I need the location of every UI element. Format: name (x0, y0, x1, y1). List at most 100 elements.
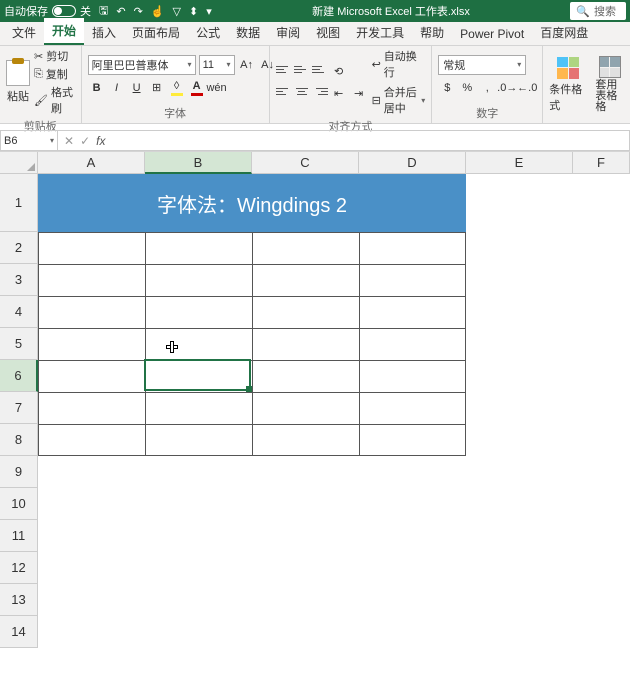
increase-font-icon[interactable]: A↑ (238, 56, 256, 74)
align-middle-button[interactable] (294, 62, 310, 76)
row-header-10[interactable]: 10 (0, 488, 38, 520)
tab-开始[interactable]: 开始 (44, 18, 84, 45)
row-header-12[interactable]: 12 (0, 552, 38, 584)
sort-icon[interactable]: ⬍ (189, 5, 198, 18)
font-size-select[interactable]: 11 ▾ (199, 55, 235, 75)
align-center-button[interactable] (294, 84, 310, 98)
copy-button[interactable]: ⎘复制 (34, 66, 75, 82)
format-painter-label: 格式刷 (51, 84, 75, 116)
row-header-3[interactable]: 3 (0, 264, 38, 296)
decrease-indent-button[interactable]: ⇤ (330, 84, 348, 102)
alignment-group: ⟲ ⇤ ⇥ ↩自动换行 ⊟合并后居中▾ 对齐方式 (270, 46, 433, 123)
row-header-13[interactable]: 13 (0, 584, 38, 616)
tab-视图[interactable]: 视图 (308, 20, 348, 45)
row-header-6[interactable]: 6 (0, 360, 38, 392)
percent-format-button[interactable]: % (458, 79, 476, 97)
row-header-5[interactable]: 5 (0, 328, 38, 360)
format-painter-button[interactable]: 🖌格式刷 (34, 84, 75, 116)
tab-开发工具[interactable]: 开发工具 (348, 20, 412, 45)
insert-function-button[interactable]: fx (96, 134, 105, 148)
column-header-F[interactable]: F (573, 152, 630, 174)
row-header-2[interactable]: 2 (0, 232, 38, 264)
wrap-icon: ↩ (372, 58, 381, 71)
tab-Power Pivot[interactable]: Power Pivot (452, 23, 532, 45)
tab-帮助[interactable]: 帮助 (412, 20, 452, 45)
row-header-4[interactable]: 4 (0, 296, 38, 328)
align-bottom-button[interactable] (312, 62, 328, 76)
column-header-E[interactable]: E (466, 152, 573, 174)
orientation-button[interactable]: ⟲ (330, 62, 348, 80)
fill-color-button[interactable]: ◊ (168, 79, 186, 97)
increase-indent-button[interactable]: ⇥ (350, 84, 368, 102)
increase-decimal-button[interactable]: .0→ (498, 79, 516, 97)
select-all-corner[interactable] (0, 152, 38, 174)
comma-format-button[interactable]: , (478, 79, 496, 97)
formula-bar: B6▾ ✕ ✓ fx (0, 130, 630, 152)
cut-button[interactable]: ✂剪切 (34, 48, 75, 64)
phonetic-button[interactable]: wén (208, 79, 226, 97)
conditional-format-button[interactable]: 条件格式 (549, 57, 587, 113)
row-header-7[interactable]: 7 (0, 392, 38, 424)
undo-icon[interactable]: ↶ (116, 5, 125, 18)
filter-icon[interactable]: ▽ (173, 5, 181, 18)
row-header-9[interactable]: 9 (0, 456, 38, 488)
underline-button[interactable]: U (128, 79, 146, 97)
number-format-select[interactable]: 常规▾ (438, 55, 526, 75)
cut-label: 剪切 (46, 48, 68, 64)
save-icon[interactable]: 🖫 (99, 2, 108, 21)
accounting-format-button[interactable]: $ (438, 79, 456, 97)
redo-icon[interactable]: ↷ (134, 5, 143, 18)
grid-vline (145, 232, 146, 456)
touch-mode-icon[interactable]: ☝ (151, 5, 165, 18)
italic-button[interactable]: I (108, 79, 126, 97)
chevron-down-icon: ▾ (517, 60, 521, 69)
formula-input[interactable] (111, 130, 630, 151)
merge-label: 合并后居中 (384, 84, 418, 116)
chevron-down-icon: ▾ (227, 60, 231, 69)
font-color-button[interactable]: A (188, 79, 206, 97)
align-right-button[interactable] (312, 84, 328, 98)
search-box[interactable]: 🔍 搜索 (570, 2, 626, 20)
align-top-button[interactable] (276, 62, 292, 76)
paste-button[interactable]: 粘贴 (6, 60, 30, 104)
conditional-format-icon (557, 57, 579, 79)
column-header-D[interactable]: D (359, 152, 466, 174)
wrap-text-button[interactable]: ↩自动换行 (372, 48, 426, 80)
column-header-B[interactable]: B (145, 152, 252, 174)
align-left-button[interactable] (276, 84, 292, 98)
row-header-11[interactable]: 11 (0, 520, 38, 552)
column-header-C[interactable]: C (252, 152, 359, 174)
cells-area[interactable]: 字体法：Wingdings 2 (38, 174, 630, 648)
conditional-format-label: 条件格式 (549, 81, 587, 113)
bold-button[interactable]: B (88, 79, 106, 97)
enter-formula-icon[interactable]: ✓ (80, 134, 90, 148)
font-size-value: 11 (203, 59, 214, 71)
banner-cell[interactable]: 字体法：Wingdings 2 (38, 174, 466, 232)
cancel-formula-icon[interactable]: ✕ (64, 134, 74, 148)
border-button[interactable]: ⊞ (148, 79, 166, 97)
row-header-8[interactable]: 8 (0, 424, 38, 456)
row-header-1[interactable]: 1 (0, 174, 38, 232)
paste-label: 粘贴 (7, 88, 29, 104)
autosave-toggle[interactable]: 自动保存 关 (4, 3, 91, 19)
number-group-label: 数字 (438, 103, 536, 121)
decrease-decimal-button[interactable]: ←.0 (518, 79, 536, 97)
copy-label: 复制 (46, 66, 68, 82)
tab-插入[interactable]: 插入 (84, 20, 124, 45)
tab-审阅[interactable]: 审阅 (268, 20, 308, 45)
column-header-A[interactable]: A (38, 152, 145, 174)
tab-公式[interactable]: 公式 (188, 20, 228, 45)
format-as-table-button[interactable]: 套用 表格格 (595, 56, 624, 113)
name-box[interactable]: B6▾ (0, 130, 58, 151)
row-header-14[interactable]: 14 (0, 616, 38, 648)
font-group: 阿里巴巴普惠体▾ 11▾ A↑ A↓ B I U ⊞ ◊ A wén 字体 (82, 46, 270, 123)
tab-页面布局[interactable]: 页面布局 (124, 20, 188, 45)
tab-文件[interactable]: 文件 (4, 20, 44, 45)
toggle-switch-icon (52, 5, 76, 17)
merge-center-button[interactable]: ⊟合并后居中▾ (372, 84, 426, 116)
table-format-icon (599, 56, 621, 78)
font-name-select[interactable]: 阿里巴巴普惠体▾ (88, 55, 196, 75)
tab-百度网盘[interactable]: 百度网盘 (532, 20, 596, 45)
tab-数据[interactable]: 数据 (228, 20, 268, 45)
row-headers: 1234567891011121314 (0, 174, 38, 648)
